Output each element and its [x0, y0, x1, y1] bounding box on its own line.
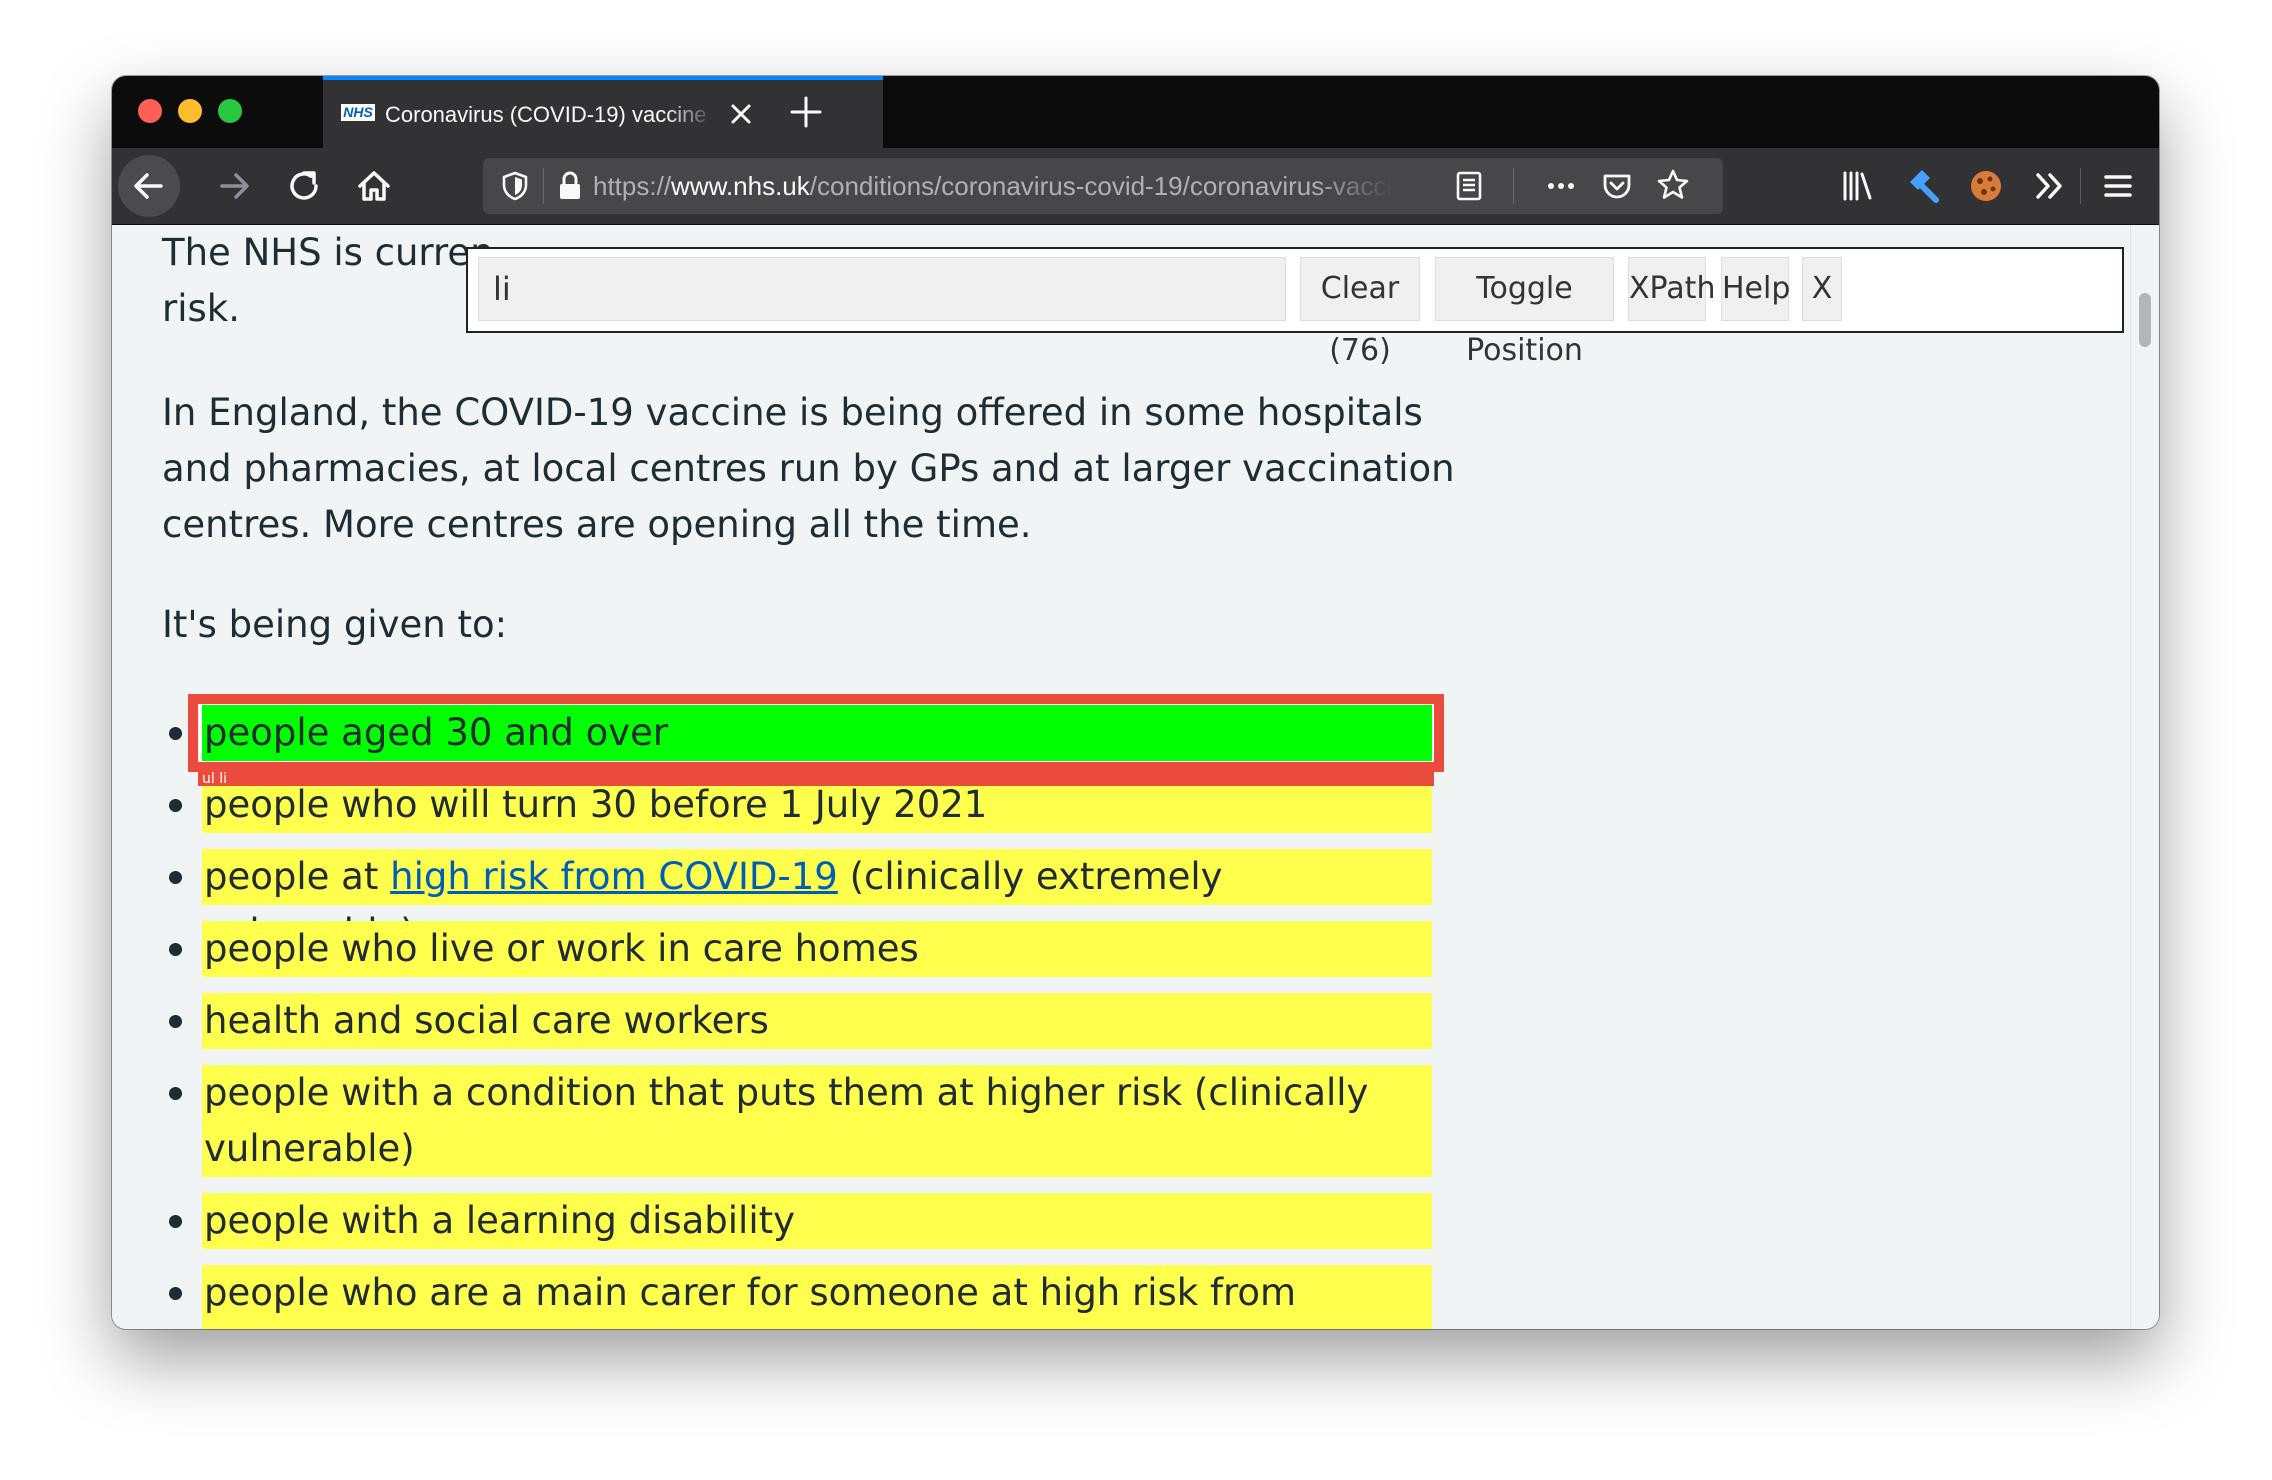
overflow-chevron-icon[interactable] [2026, 162, 2074, 210]
list-item[interactable]: health and social care workers [202, 993, 1432, 1049]
list-bullet [169, 871, 182, 884]
url-path: /conditions/coronavirus-covid-19/coronav… [809, 171, 1393, 201]
url-scheme: https:// [593, 171, 672, 201]
tab-title: Coronavirus (COVID-19) vaccine - NHS [385, 102, 715, 127]
navigation-toolbar: https://www.nhs.uk/conditions/coronaviru… [112, 148, 2159, 225]
list-bullet [169, 1215, 182, 1228]
reader-view-icon[interactable] [1451, 168, 1487, 204]
close-panel-button[interactable]: X [1802, 257, 1842, 321]
list-bullet [169, 1287, 182, 1300]
new-tab-icon[interactable] [786, 92, 826, 132]
extension-hammer-icon[interactable] [1898, 162, 1946, 210]
url-text[interactable]: https://www.nhs.uk/conditions/coronaviru… [593, 170, 1393, 202]
clear-button[interactable]: Clear (76) [1300, 257, 1420, 368]
england-paragraph: In England, the COVID-19 vaccine is bein… [162, 391, 1455, 546]
list-bullet [169, 943, 182, 956]
lock-icon[interactable] [553, 168, 587, 204]
list-item[interactable]: people who live or work in care homes [202, 921, 1432, 977]
forward-arrow-icon[interactable] [210, 162, 258, 210]
list-item[interactable]: people with a condition that puts them a… [202, 1065, 1432, 1177]
selection-tag-label: ul li [198, 772, 1434, 786]
list-item[interactable]: people with a learning disability [202, 1193, 1432, 1249]
intro-paragraph-end: risk. [162, 287, 240, 330]
page-content: The NHS is curren risk. In England, the … [112, 225, 2159, 1329]
selector-input[interactable] [478, 257, 1286, 321]
cookie-extension-icon[interactable] [1962, 162, 2010, 210]
url-separator [1513, 168, 1514, 204]
back-arrow-icon [134, 173, 163, 199]
nhs-favicon-icon: NHS [341, 104, 375, 121]
close-window-button[interactable] [138, 99, 162, 123]
pocket-icon[interactable] [1599, 168, 1635, 204]
minimize-window-button[interactable] [178, 99, 202, 123]
list-item[interactable]: people who are a main carer for someone … [202, 1265, 1432, 1329]
tab-close-icon[interactable] [723, 96, 759, 132]
list-bullet [169, 1087, 182, 1100]
hamburger-menu-icon[interactable] [2094, 162, 2142, 210]
more-actions-icon[interactable] [1543, 168, 1579, 204]
vertical-scrollbar[interactable] [2130, 225, 2159, 1329]
tab-strip: NHS Coronavirus (COVID-19) vaccine - NHS [112, 76, 2159, 148]
toolbar-separator [2080, 168, 2081, 204]
url-host: www.nhs.uk [671, 171, 810, 201]
reload-icon[interactable] [280, 162, 328, 210]
list-bullet [169, 727, 182, 740]
bookmark-star-icon[interactable] [1655, 167, 1691, 203]
selector-helper-panel: Clear (76) Toggle Position XPath Help X [466, 247, 2124, 368]
browser-window: NHS Coronavirus (COVID-19) vaccine - NHS [112, 76, 2159, 1329]
list-bullet [169, 799, 182, 812]
toggle-position-button[interactable]: Toggle Position [1435, 257, 1614, 368]
library-icon[interactable] [1834, 162, 1882, 210]
url-separator [543, 168, 544, 204]
scrollbar-thumb[interactable] [2139, 293, 2151, 347]
high-risk-link[interactable]: high risk from COVID-19 [390, 855, 838, 898]
intro-paragraph-partial: The NHS is curren [162, 231, 494, 274]
help-button[interactable]: Help [1721, 257, 1790, 321]
xpath-button[interactable]: XPath [1628, 257, 1715, 321]
back-button[interactable] [118, 155, 180, 217]
tracking-protection-shield-icon[interactable] [497, 168, 533, 204]
zoom-window-button[interactable] [218, 99, 242, 123]
list-item-text: people at [204, 855, 391, 898]
list-item[interactable]: people at high risk from COVID-19 (clini… [202, 849, 1432, 954]
list-item-selected[interactable]: people aged 30 and over [202, 705, 1432, 761]
url-bar[interactable]: https://www.nhs.uk/conditions/coronaviru… [483, 158, 1723, 214]
list-bullet [169, 1015, 182, 1028]
home-icon[interactable] [350, 162, 398, 210]
given-to-heading: It's being given to: [162, 603, 508, 646]
